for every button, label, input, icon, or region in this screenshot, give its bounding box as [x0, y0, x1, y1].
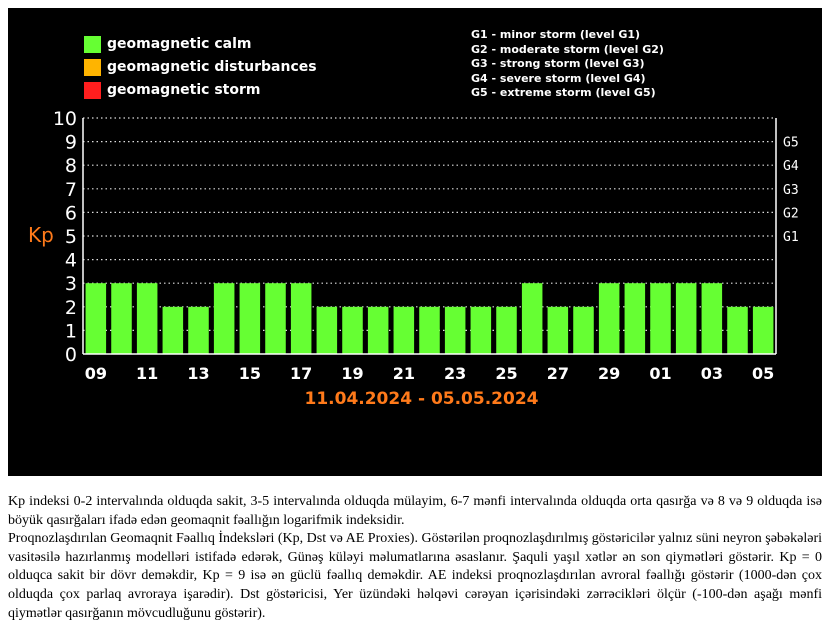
kp-bar	[496, 306, 517, 354]
kp-bar	[239, 283, 261, 354]
kp-bar	[444, 306, 466, 354]
y-tick-label: 8	[65, 155, 77, 177]
kp-bar	[547, 306, 569, 354]
description: Kp indeksi 0-2 intervalında olduqda saki…	[8, 493, 822, 623]
kp-bar	[316, 306, 338, 354]
y-tick-label: 10	[53, 108, 77, 130]
y-tick-label: 4	[65, 250, 77, 272]
g-level-label: G3	[783, 183, 799, 198]
x-tick-label: 27	[547, 364, 569, 383]
y-tick-label: 0	[65, 344, 77, 366]
description-paragraph-2: Proqnozlaşdırılan Geomaqnit Fəallıq İnde…	[8, 531, 822, 621]
y-tick-label: 9	[65, 132, 77, 154]
kp-bar	[521, 283, 543, 354]
kp-bar	[85, 283, 107, 354]
x-tick-label: 19	[341, 364, 363, 383]
x-tick-label: 01	[649, 364, 671, 383]
x-tick-label: 21	[393, 364, 415, 383]
kp-bar	[752, 306, 774, 354]
kp-bar	[470, 306, 492, 354]
kp-bar	[573, 306, 594, 354]
x-tick-label: 03	[701, 364, 723, 383]
kp-bar	[265, 283, 286, 354]
y-tick-label: 7	[65, 179, 77, 201]
y-tick-label: 1	[65, 320, 77, 342]
kp-bar	[367, 306, 389, 354]
g-level-label: G1	[783, 230, 799, 245]
x-tick-label: 25	[495, 364, 517, 383]
kp-bar	[650, 283, 671, 354]
g-level-label: G5	[783, 136, 799, 151]
x-tick-label: 23	[444, 364, 466, 383]
y-axis-label: Kp	[28, 223, 54, 247]
kp-bar	[701, 283, 723, 354]
kp-chart-panel: geomagnetic calm geomagnetic disturbance…	[8, 8, 822, 476]
kp-bar	[598, 283, 620, 354]
kp-bar	[624, 283, 646, 354]
y-tick-label: 6	[65, 202, 77, 224]
x-tick-label: 05	[752, 364, 774, 383]
kp-bar	[111, 283, 132, 354]
y-tick-label: 5	[65, 226, 77, 248]
date-range: 11.04.2024 - 05.05.2024	[305, 389, 539, 409]
x-tick-label: 09	[85, 364, 107, 383]
x-tick-label: 29	[598, 364, 620, 383]
kp-bar	[162, 306, 184, 354]
x-tick-label: 11	[136, 364, 158, 383]
kp-bar	[213, 283, 235, 354]
g-level-label: G2	[783, 206, 799, 221]
kp-bar	[419, 306, 440, 354]
description-paragraph-1: Kp indeksi 0-2 intervalında olduqda saki…	[8, 494, 822, 528]
y-tick-label: 3	[65, 273, 77, 295]
kp-bar	[342, 306, 363, 354]
x-tick-label: 15	[239, 364, 261, 383]
y-tick-label: 2	[65, 297, 77, 319]
g-level-label: G4	[783, 159, 799, 174]
kp-bar	[393, 306, 415, 354]
kp-bar	[290, 283, 312, 354]
kp-bar	[188, 306, 209, 354]
x-tick-label: 17	[290, 364, 312, 383]
kp-bar	[727, 306, 748, 354]
kp-bar	[675, 283, 697, 354]
kp-bar-chart: 012345678910Kp G1G2G3G4G509 11 13 15 17 19 21 23…	[28, 108, 799, 409]
kp-bar	[136, 283, 158, 354]
x-tick-label: 13	[187, 364, 209, 383]
